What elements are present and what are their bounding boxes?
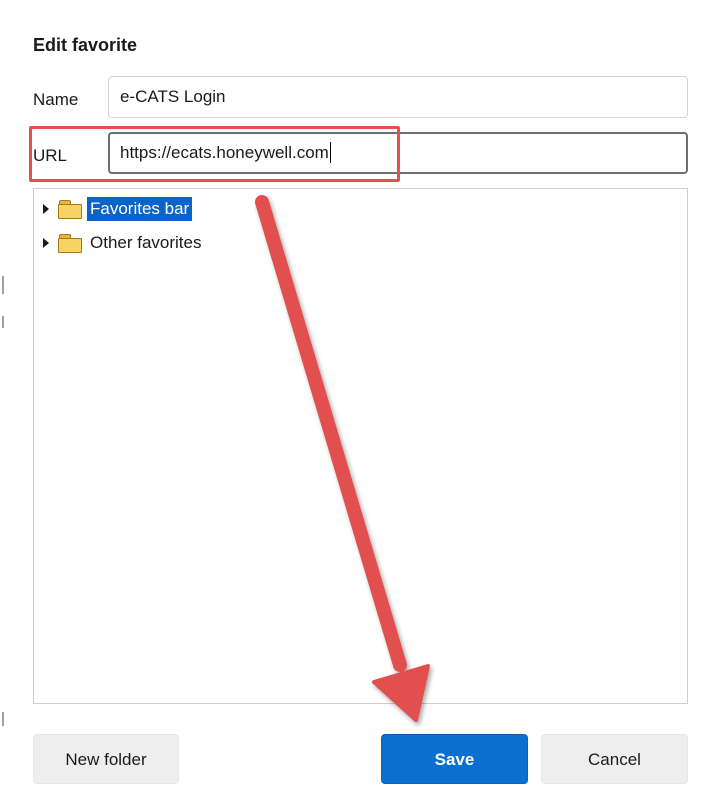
folder-icon bbox=[58, 200, 82, 219]
folder-icon bbox=[58, 234, 82, 253]
tree-item-label: Other favorites bbox=[90, 233, 202, 252]
expand-arrow-icon[interactable] bbox=[43, 204, 49, 214]
tree-item-label: Favorites bar bbox=[87, 197, 193, 221]
name-label: Name bbox=[33, 90, 79, 109]
name-input-value: e-CATS Login bbox=[120, 87, 226, 106]
dialog-title: Edit favorite bbox=[33, 35, 138, 55]
url-input[interactable]: https://ecats.honeywell.com bbox=[108, 132, 688, 174]
name-input[interactable]: e-CATS Login bbox=[108, 76, 688, 118]
url-label: URL bbox=[33, 146, 68, 165]
edit-favorite-dialog: Edit favorite Name e-CATS Login URL http… bbox=[0, 0, 701, 796]
url-input-value: https://ecats.honeywell.com bbox=[120, 143, 329, 162]
expand-arrow-icon[interactable] bbox=[43, 238, 49, 248]
folder-tree[interactable]: Favorites bar Other favorites bbox=[33, 188, 688, 704]
save-button[interactable]: Save bbox=[381, 734, 528, 784]
text-caret bbox=[329, 142, 331, 164]
tree-item-favorites-bar[interactable]: Favorites bar bbox=[34, 194, 193, 224]
new-folder-button[interactable]: New folder bbox=[33, 734, 179, 784]
cancel-button[interactable]: Cancel bbox=[541, 734, 688, 784]
tree-item-other-favorites[interactable]: Other favorites bbox=[34, 228, 205, 258]
